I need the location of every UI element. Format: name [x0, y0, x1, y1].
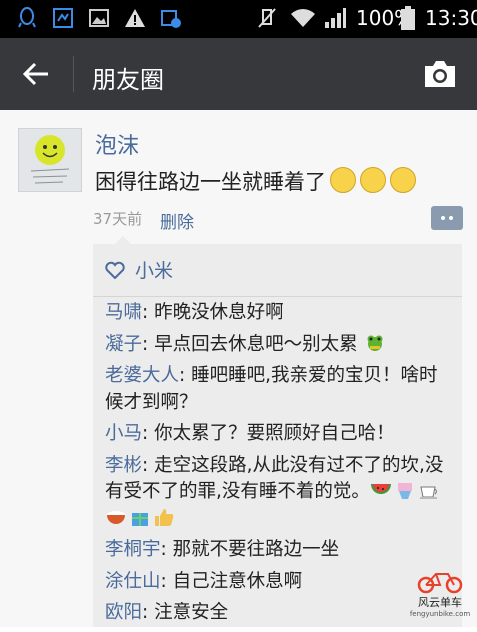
dots-icon — [441, 216, 445, 220]
blush-emoji-icon — [390, 167, 416, 193]
watermark: 风云单车 fengyunbike.com — [408, 568, 472, 624]
blush-emoji-icon — [330, 167, 356, 193]
likes-row: 小米 — [105, 256, 173, 283]
avatar[interactable] — [18, 128, 82, 192]
interaction-box: 小米 马啸: 昨晚没休息好啊 凝子: 早点回去休息吧～别太累 老婆大人: 睡吧睡… — [93, 236, 462, 627]
camera-icon — [425, 61, 455, 87]
bicycle-logo-icon — [417, 573, 463, 594]
post-username[interactable]: 泡沫 — [95, 128, 139, 160]
comment-item[interactable]: 凝子: 早点回去休息吧～别太累 — [105, 332, 450, 359]
signal-icon — [324, 7, 346, 29]
comment-author[interactable]: 凝子 — [105, 334, 142, 355]
sync-icon — [52, 7, 74, 29]
moments-feed: 泡沫 困得往路边一坐就睡着了 37天前 删除 小米 马啸: 昨晚没休息好啊 凝子… — [0, 110, 477, 627]
comment-author[interactable]: 涂仕山 — [105, 571, 161, 592]
clock: 13:30 — [425, 6, 477, 30]
battery-icon — [400, 6, 416, 30]
app-icon — [160, 7, 182, 29]
gift-emoji-icon — [129, 507, 151, 527]
like-names[interactable]: 小米 — [135, 256, 173, 283]
comment-item[interactable]: 涂仕山: 自己注意休息啊 — [105, 569, 450, 596]
watermelon-emoji-icon — [370, 480, 392, 500]
comment-text: 早点回去休息吧～别太累 — [154, 333, 358, 355]
icecream-emoji-icon — [394, 480, 416, 500]
image-icon — [88, 7, 110, 29]
page-title: 朋友圈 — [92, 66, 164, 94]
comment-item[interactable]: 李彬: 走空这段路,从此没有过不了的坎,没有受不了的罪,没有睡不着的觉。 — [105, 453, 450, 533]
comment-button[interactable] — [431, 206, 463, 230]
watermark-url: fengyunbike.com — [409, 610, 471, 618]
warning-icon — [124, 7, 146, 29]
comment-item[interactable]: 李桐宇: 那就不要往路边一坐 — [105, 537, 450, 564]
status-bar: 100% 13:30 — [0, 0, 477, 38]
box-arrow — [115, 236, 131, 244]
title-divider — [73, 56, 74, 92]
mute-icon — [256, 7, 278, 29]
comment-text: 那就不要往路边一坐 — [172, 539, 340, 560]
post-content: 困得往路边一坐就睡着了 — [95, 166, 416, 196]
comment-author[interactable]: 老婆大人 — [105, 365, 179, 386]
back-button[interactable] — [16, 56, 56, 92]
divider — [93, 296, 462, 297]
camera-button[interactable] — [418, 56, 462, 92]
rice-bowl-emoji-icon — [105, 507, 127, 527]
watermark-title: 风云单车 — [418, 596, 462, 609]
comment-item[interactable]: 马啸: 昨晚没休息好啊 — [105, 300, 450, 327]
qq-icon — [16, 7, 38, 29]
coffee-emoji-icon — [418, 480, 440, 500]
comment-text: 昨晚没休息好啊 — [154, 302, 284, 323]
comment-author[interactable]: 李桐宇 — [105, 539, 161, 560]
comment-list: 马啸: 昨晚没休息好啊 凝子: 早点回去休息吧～别太累 老婆大人: 睡吧睡吧,我… — [105, 300, 450, 632]
comment-item[interactable]: 小马: 你太累了？要照顾好自己哈！ — [105, 421, 450, 448]
comment-author[interactable]: 欧阳 — [105, 602, 142, 623]
comment-author[interactable]: 小马 — [105, 423, 142, 444]
comment-item[interactable]: 老婆大人: 睡吧睡吧,我亲爱的宝贝！啥时候才到啊？ — [105, 363, 450, 416]
comment-text: 自己注意休息啊 — [172, 570, 303, 592]
comment-item[interactable]: 欧阳: 注意安全 — [105, 600, 450, 627]
delete-link[interactable]: 删除 — [160, 208, 194, 233]
frog-emoji-icon — [364, 333, 386, 353]
wifi-icon — [288, 7, 318, 29]
comment-text: 你太累了？要照顾好自己哈！ — [154, 423, 395, 444]
blush-emoji-icon — [360, 167, 386, 193]
comment-author[interactable]: 马啸 — [105, 302, 142, 323]
title-bar: 朋友圈 — [0, 38, 477, 110]
post-text: 困得往路边一坐就睡着了 — [95, 170, 326, 194]
heart-icon — [105, 261, 125, 279]
comment-text: 注意安全 — [154, 602, 229, 623]
post-time: 37天前 — [93, 210, 143, 228]
comment-author[interactable]: 李彬 — [105, 455, 142, 476]
thumbs-up-emoji-icon — [153, 507, 175, 527]
back-arrow-icon — [22, 62, 48, 86]
